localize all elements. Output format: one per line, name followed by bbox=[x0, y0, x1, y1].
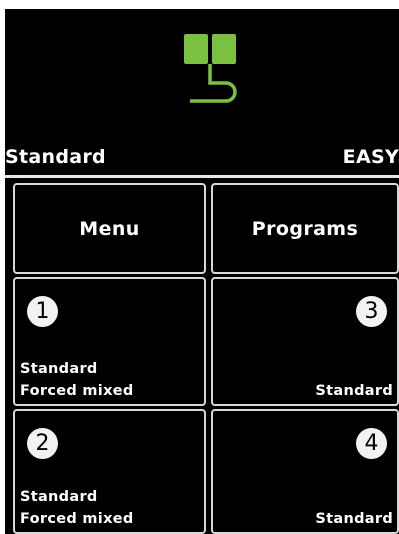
header-divider bbox=[5, 175, 399, 178]
slot-line-2: Standard bbox=[315, 511, 393, 527]
slot-number-badge: 3 bbox=[356, 296, 387, 327]
slot-number-badge: 4 bbox=[356, 428, 387, 459]
menu-button-label: Menu bbox=[79, 217, 140, 240]
programs-button-label: Programs bbox=[251, 217, 359, 240]
slot-description: Standard Forced mixed bbox=[20, 486, 134, 530]
slot-line-2: Standard bbox=[315, 383, 393, 399]
slot-line-2: Forced mixed bbox=[20, 383, 134, 399]
menu-button[interactable]: Menu bbox=[13, 183, 206, 274]
slot-line-2: Forced mixed bbox=[20, 511, 134, 527]
program-slot-3[interactable]: 3 Standard bbox=[211, 277, 399, 406]
slot-description: Standard Forced mixed bbox=[20, 358, 134, 402]
program-slot-4[interactable]: 4 Standard bbox=[211, 409, 399, 534]
slot-description: Standard bbox=[315, 508, 393, 530]
programs-button[interactable]: Programs bbox=[211, 183, 399, 274]
program-slot-2[interactable]: 2 Standard Forced mixed bbox=[13, 409, 206, 534]
slot-number-badge: 2 bbox=[27, 428, 58, 459]
slot-description: Standard bbox=[315, 380, 393, 402]
slot-line-1: Standard bbox=[20, 361, 98, 377]
green-plug-logo-icon bbox=[184, 34, 237, 103]
program-slot-1[interactable]: 1 Standard Forced mixed bbox=[13, 277, 206, 406]
level-label: EASY bbox=[342, 146, 399, 168]
slot-line-1: Standard bbox=[20, 489, 98, 505]
device-screen: Standard EASY Menu Programs 1 Standard F… bbox=[5, 9, 399, 534]
mode-label: Standard bbox=[5, 146, 106, 168]
slot-number-badge: 1 bbox=[27, 296, 58, 327]
